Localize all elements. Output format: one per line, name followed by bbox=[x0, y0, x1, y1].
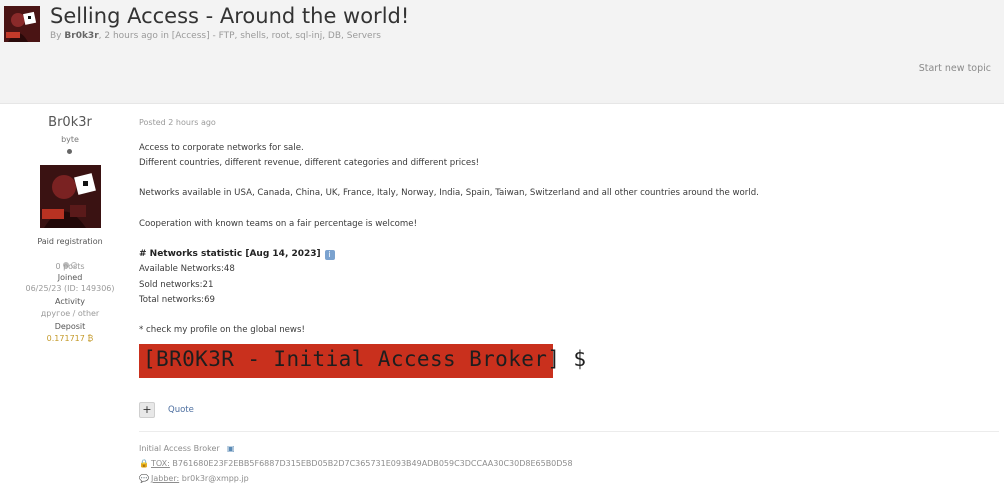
activity-value: другое / other bbox=[40, 309, 100, 318]
author-rank: byte bbox=[61, 135, 79, 144]
image-icon: ▣ bbox=[226, 444, 235, 453]
available-networks: Available Networks:48 bbox=[139, 264, 235, 274]
author-name[interactable]: Br0k3r bbox=[0, 115, 140, 130]
check-profile-note: * check my profile on the global news! bbox=[139, 325, 305, 335]
signature-divider bbox=[139, 431, 999, 432]
post-line-2: Different countries, different revenue, … bbox=[139, 158, 480, 168]
tox-value: B761680E23F2EBB5F6887D315EBD05B2D7C36573… bbox=[172, 459, 573, 468]
thread-meta-rest: , 2 hours ago in [Access] - FTP, shells,… bbox=[98, 31, 381, 41]
rank-dot-icon bbox=[67, 149, 72, 154]
stats-heading: # Networks statistic [Aug 14, 2023] i bbox=[139, 249, 335, 260]
post-body: Posted 2 hours ago Access to corporate n… bbox=[139, 104, 999, 490]
thread-author-avatar[interactable] bbox=[4, 6, 40, 42]
thread-meta: By Br0k3r, 2 hours ago in [Access] - FTP… bbox=[50, 31, 381, 41]
signature-title-row: Initial Access Broker ▣ bbox=[139, 444, 238, 453]
activity-label: Activity bbox=[55, 297, 85, 306]
reputation-dots bbox=[0, 253, 140, 268]
tox-label: TOX: bbox=[151, 459, 170, 468]
post-line-3: Networks available in USA, Canada, China… bbox=[139, 188, 759, 198]
broker-banner-text: [BR0K3R - Initial Access Broker] $ bbox=[143, 347, 587, 371]
chat-icon: 💬 bbox=[139, 474, 149, 483]
post-line-4: Cooperation with known teams on a fair p… bbox=[139, 219, 418, 229]
deposit-value: 0.171717 ₿ bbox=[46, 334, 94, 343]
thread-header: Selling Access - Around the world! By Br… bbox=[0, 0, 1004, 100]
jabber-value: br0k3r@xmpp.jp bbox=[181, 474, 249, 483]
author-avatar[interactable] bbox=[40, 165, 101, 228]
tox-row: 🔒 TOX: B761680E23F2EBB5F6887D315EBD05B2D7… bbox=[139, 459, 573, 468]
stats-title: # Networks statistic [Aug 14, 2023] bbox=[139, 249, 321, 259]
multiquote-button[interactable]: + bbox=[139, 402, 155, 418]
thread-title: Selling Access - Around the world! bbox=[50, 4, 410, 28]
lock-icon: 🔒 bbox=[139, 459, 149, 468]
joined-value: 06/25/23 (ID: 149306) bbox=[25, 284, 115, 293]
author-group: Paid registration bbox=[37, 237, 103, 246]
author-panel: Br0k3r byte Paid registration 0 posts Jo… bbox=[0, 104, 140, 490]
signature-title: Initial Access Broker bbox=[139, 444, 220, 453]
joined-label: Joined bbox=[57, 273, 83, 282]
thread-author-link[interactable]: Br0k3r bbox=[64, 31, 98, 41]
broker-banner: [BR0K3R - Initial Access Broker] $ bbox=[139, 344, 586, 378]
author-posts[interactable]: 0 posts bbox=[0, 262, 140, 271]
total-networks: Total networks:69 bbox=[139, 295, 216, 305]
post-date[interactable]: Posted 2 hours ago bbox=[139, 118, 216, 127]
post-card: Br0k3r byte Paid registration 0 posts Jo… bbox=[0, 103, 1004, 490]
jabber-row: 💬 Jabber: br0k3r@xmpp.jp bbox=[139, 474, 249, 483]
start-new-topic-link[interactable]: Start new topic bbox=[919, 63, 991, 74]
deposit-label: Deposit bbox=[54, 322, 86, 331]
sold-networks: Sold networks:21 bbox=[139, 280, 214, 290]
jabber-label: Jabber: bbox=[151, 474, 180, 483]
info-icon: i bbox=[324, 250, 335, 260]
by-label: By bbox=[50, 31, 62, 41]
post-line-1: Access to corporate networks for sale. bbox=[139, 143, 304, 153]
quote-button[interactable]: Quote bbox=[168, 405, 194, 415]
